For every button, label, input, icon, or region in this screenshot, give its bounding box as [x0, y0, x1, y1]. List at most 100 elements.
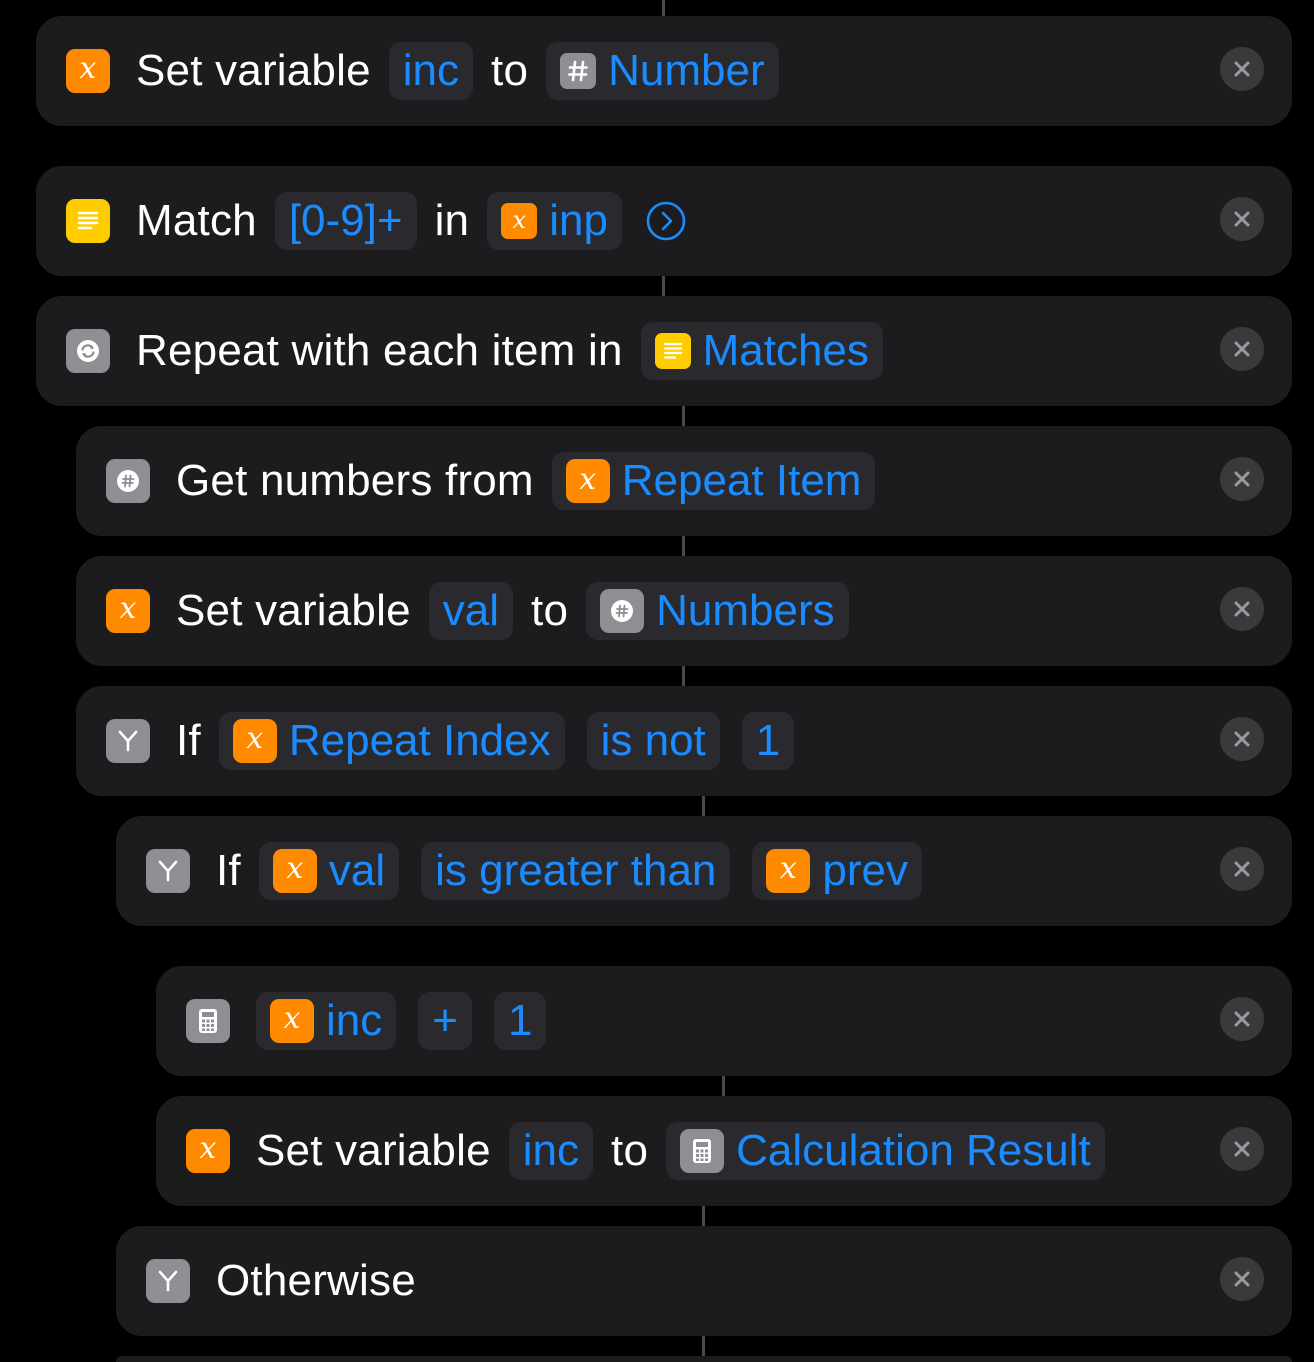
branch-icon	[106, 719, 150, 763]
variable-name-pill[interactable]: inc	[388, 42, 474, 100]
value-label: Number	[608, 46, 765, 95]
close-icon[interactable]	[1220, 1127, 1264, 1171]
action-if-val-greater[interactable]: If x val is greater than x prev	[116, 816, 1292, 926]
condition-pill[interactable]: is greater than	[421, 842, 731, 900]
compare-value: 1	[755, 716, 781, 765]
source-pill[interactable]: x Repeat Item	[551, 452, 876, 510]
variable-icon: x	[565, 459, 610, 503]
action-set-variable-val[interactable]: x Set variable val to Numbers	[76, 556, 1292, 666]
action-title: If	[176, 716, 201, 765]
number-icon	[600, 589, 645, 633]
variable-icon: x	[270, 999, 314, 1043]
action-title: Get numbers from	[176, 456, 534, 505]
close-icon[interactable]	[1220, 327, 1264, 371]
action-repeat-each[interactable]: Repeat with each item in Matches	[36, 296, 1292, 406]
flow-connector	[682, 666, 685, 686]
hash-icon	[560, 53, 597, 89]
variable-name-pill[interactable]: val	[428, 582, 514, 640]
condition-pill[interactable]: is not	[586, 712, 720, 770]
calculator-icon	[680, 1129, 725, 1173]
subject-value: Repeat Index	[288, 716, 551, 765]
action-title: Set variable	[256, 1126, 491, 1175]
compare-value: prev	[822, 846, 908, 895]
action-title: Match	[136, 196, 257, 245]
in-label: in	[434, 196, 470, 245]
operand-value: inc	[326, 996, 383, 1045]
variable-name: inc	[522, 1126, 580, 1175]
close-icon[interactable]	[1220, 457, 1264, 501]
action-title: Otherwise	[216, 1256, 416, 1305]
value-label: Calculation Result	[736, 1126, 1091, 1175]
to-label: to	[491, 46, 529, 95]
subject-value: val	[328, 846, 386, 895]
action-title: Set variable	[176, 586, 411, 635]
action-title: Repeat with each item in	[136, 326, 623, 375]
value-pill[interactable]: Number	[546, 42, 779, 100]
close-icon[interactable]	[1220, 997, 1264, 1041]
to-label: to	[611, 1126, 649, 1175]
action-title: Set variable	[136, 46, 371, 95]
close-icon[interactable]	[1220, 1257, 1264, 1301]
to-label: to	[531, 586, 569, 635]
close-icon[interactable]	[1220, 847, 1264, 891]
close-icon[interactable]	[1220, 197, 1264, 241]
value-label: Numbers	[656, 586, 835, 635]
value-pill[interactable]: Numbers	[586, 582, 849, 640]
variable-icon: x	[106, 589, 150, 633]
branch-icon	[146, 849, 190, 893]
condition-value: is greater than	[435, 846, 717, 895]
operator-pill[interactable]: +	[418, 992, 472, 1050]
pattern-value: [0-9]+	[288, 196, 403, 245]
flow-connector	[702, 1206, 705, 1226]
number-icon	[106, 459, 150, 503]
compare-value-pill[interactable]: x prev	[752, 842, 922, 900]
variable-icon: x	[766, 849, 811, 893]
variable-icon: x	[501, 203, 538, 239]
repeat-icon	[66, 329, 110, 373]
flow-connector	[682, 406, 685, 426]
close-icon[interactable]	[1220, 47, 1264, 91]
compare-value-pill[interactable]: 1	[741, 712, 795, 770]
source-value: Repeat Item	[621, 456, 862, 505]
flow-connector	[662, 0, 665, 16]
flow-connector	[682, 536, 685, 556]
variable-name-pill[interactable]: inc	[508, 1122, 594, 1180]
operand-value-pill[interactable]: 1	[493, 992, 547, 1050]
variable-icon: x	[232, 719, 277, 763]
action-get-numbers[interactable]: Get numbers from x Repeat Item	[76, 426, 1292, 536]
action-if-repeat-index[interactable]: If x Repeat Index is not 1	[76, 686, 1292, 796]
text-icon	[654, 333, 691, 369]
text-icon	[66, 199, 110, 243]
variable-icon: x	[186, 1129, 230, 1173]
condition-value: is not	[600, 716, 706, 765]
calc-value: 1	[507, 996, 533, 1045]
close-icon[interactable]	[1220, 717, 1264, 761]
flow-connector	[662, 276, 665, 296]
action-match-text[interactable]: Match [0-9]+ in x inp	[36, 166, 1292, 276]
branch-icon	[146, 1259, 190, 1303]
variable-name: inc	[402, 46, 460, 95]
close-icon[interactable]	[1220, 587, 1264, 631]
action-set-variable-inc[interactable]: x Set variable inc to Number	[36, 16, 1292, 126]
variable-name: val	[442, 586, 500, 635]
flow-connector	[722, 1076, 725, 1096]
subject-pill[interactable]: x Repeat Index	[218, 712, 565, 770]
source-value: Matches	[702, 326, 869, 375]
variable-icon: x	[272, 849, 317, 893]
operand-pill[interactable]: x inc	[256, 992, 397, 1050]
source-value: inp	[549, 196, 608, 245]
expand-chevron-icon[interactable]	[646, 201, 686, 241]
calculator-icon	[186, 999, 230, 1043]
action-set-variable-inc-result[interactable]: x Set variable inc to Calculation Result	[156, 1096, 1292, 1206]
source-pill[interactable]: x inp	[487, 192, 622, 250]
flow-connector	[702, 796, 705, 816]
action-title: If	[216, 846, 241, 895]
value-pill[interactable]: Calculation Result	[666, 1122, 1105, 1180]
action-calculate[interactable]: x inc + 1	[156, 966, 1292, 1076]
variable-icon: x	[66, 49, 110, 93]
action-otherwise[interactable]: Otherwise	[116, 1226, 1292, 1336]
subject-pill[interactable]: x val	[258, 842, 400, 900]
source-pill[interactable]: Matches	[640, 322, 883, 380]
pattern-pill[interactable]: [0-9]+	[274, 192, 417, 250]
next-action-partial[interactable]	[116, 1356, 1292, 1362]
